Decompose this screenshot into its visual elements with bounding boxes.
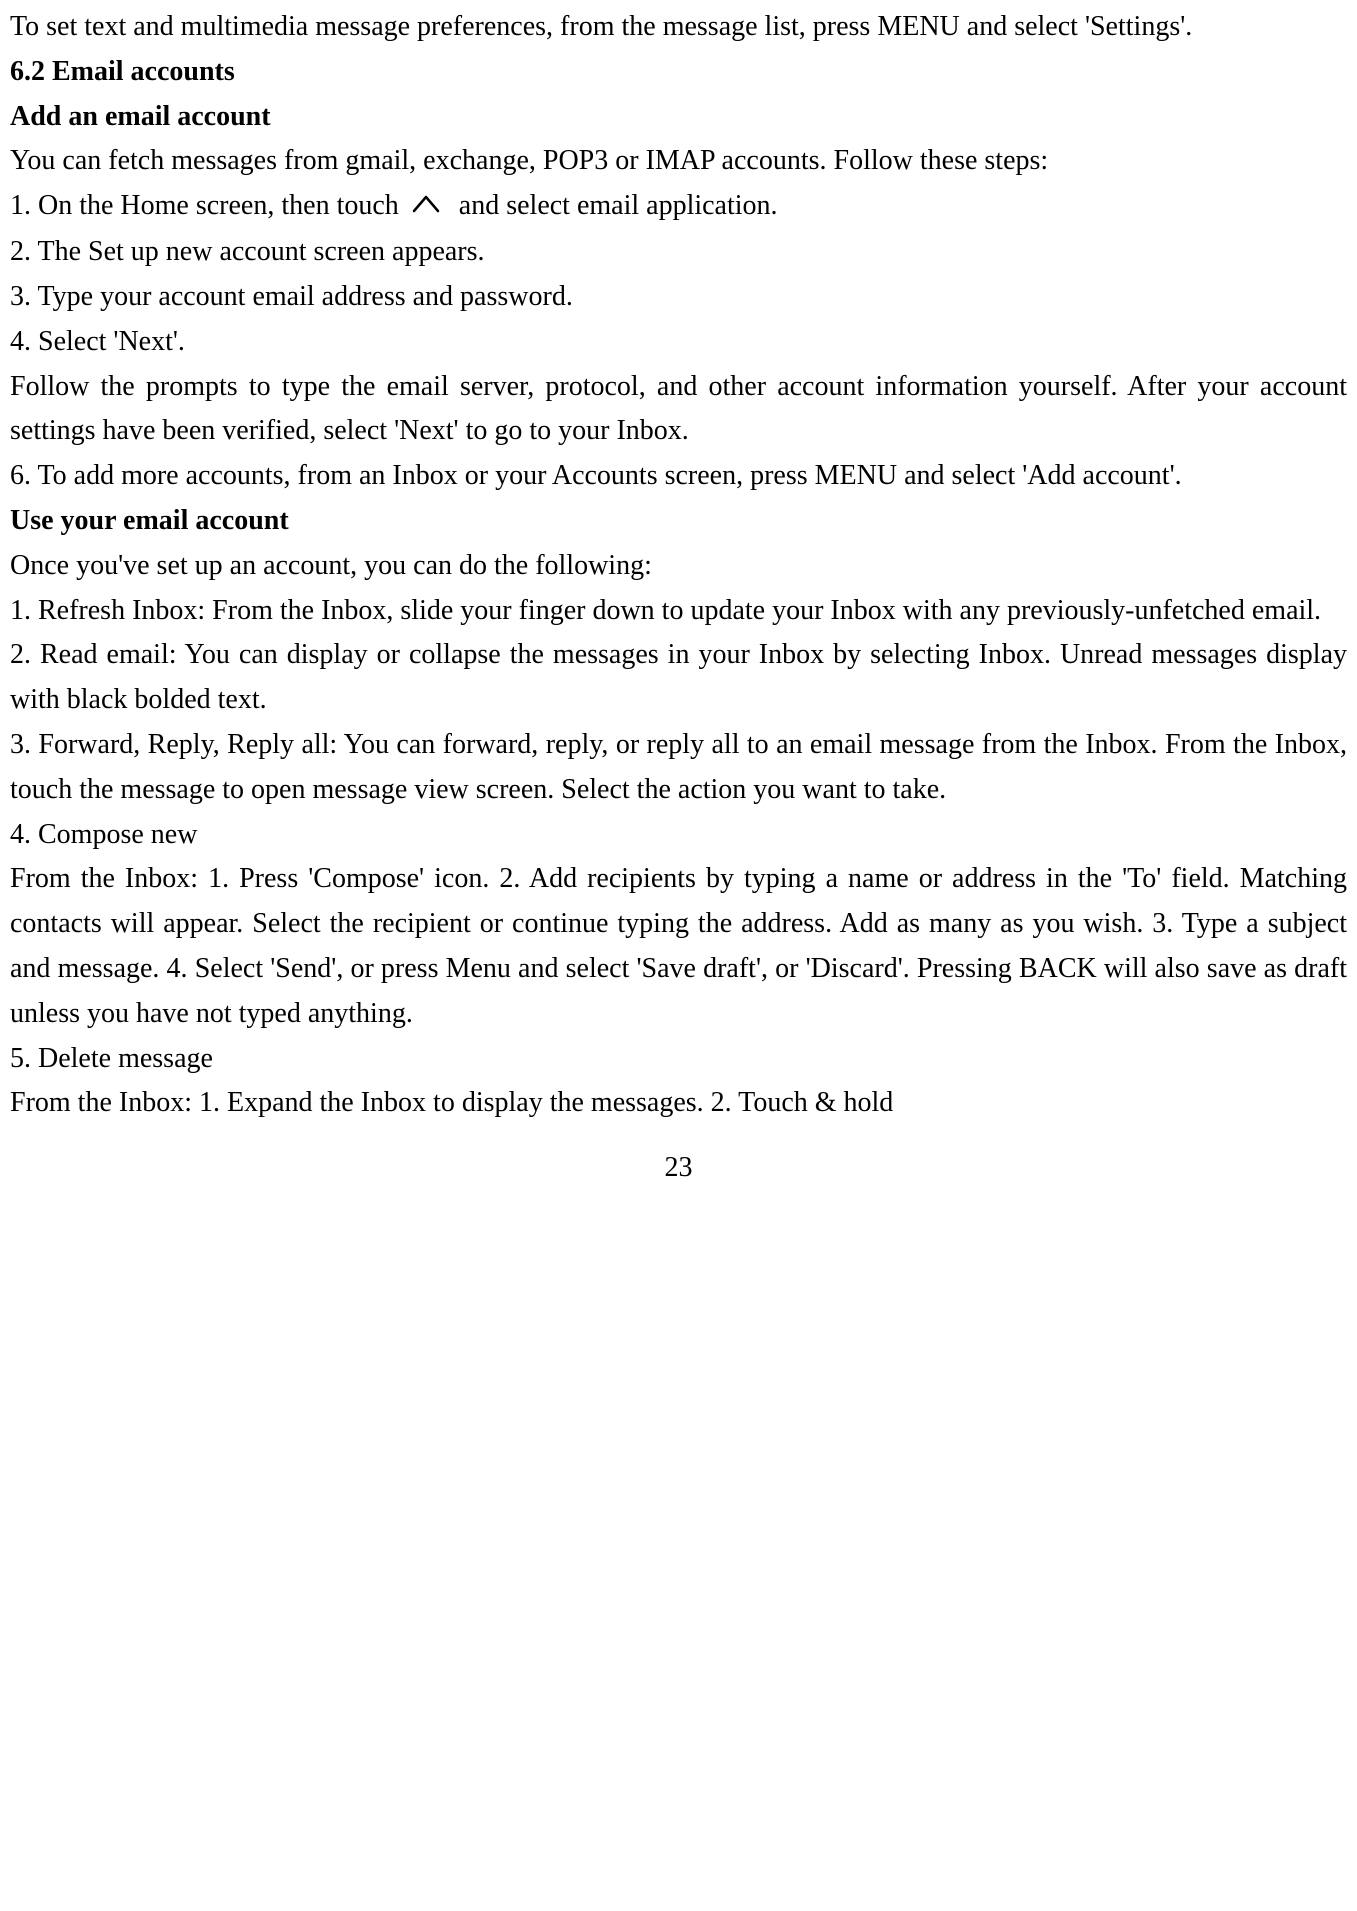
- step-6: 6. To add more accounts, from an Inbox o…: [10, 454, 1347, 499]
- paragraph-fetch: You can fetch messages from gmail, excha…: [10, 139, 1347, 184]
- step-3: 3. Type your account email address and p…: [10, 275, 1347, 320]
- page-number: 23: [10, 1146, 1347, 1191]
- step-4: 4. Select 'Next'.: [10, 320, 1347, 365]
- step-1-before: 1. On the Home screen, then touch: [10, 190, 406, 221]
- use-step-5: 5. Delete message: [10, 1037, 1347, 1082]
- paragraph-intro: To set text and multimedia message prefe…: [10, 5, 1347, 50]
- step-2: 2. The Set up new account screen appears…: [10, 230, 1347, 275]
- paragraph-once-setup: Once you've set up an account, you can d…: [10, 544, 1347, 589]
- chevron-up-icon: [408, 185, 444, 230]
- document-content: To set text and multimedia message prefe…: [10, 5, 1347, 1126]
- use-step-2: 2. Read email: You can display or collap…: [10, 633, 1347, 723]
- step-1: 1. On the Home screen, then touch and se…: [10, 184, 1347, 230]
- heading-use-email: Use your email account: [10, 499, 1347, 544]
- heading-email-accounts: 6.2 Email accounts: [10, 50, 1347, 95]
- paragraph-prompts: Follow the prompts to type the email ser…: [10, 365, 1347, 455]
- use-step-3: 3. Forward, Reply, Reply all: You can fo…: [10, 723, 1347, 813]
- heading-add-email: Add an email account: [10, 95, 1347, 140]
- step-1-after: and select email application.: [452, 190, 778, 221]
- delete-instructions: From the Inbox: 1. Expand the Inbox to d…: [10, 1081, 1347, 1126]
- use-step-4: 4. Compose new: [10, 813, 1347, 858]
- compose-instructions: From the Inbox: 1. Press 'Compose' icon.…: [10, 857, 1347, 1036]
- use-step-1: 1. Refresh Inbox: From the Inbox, slide …: [10, 589, 1347, 634]
